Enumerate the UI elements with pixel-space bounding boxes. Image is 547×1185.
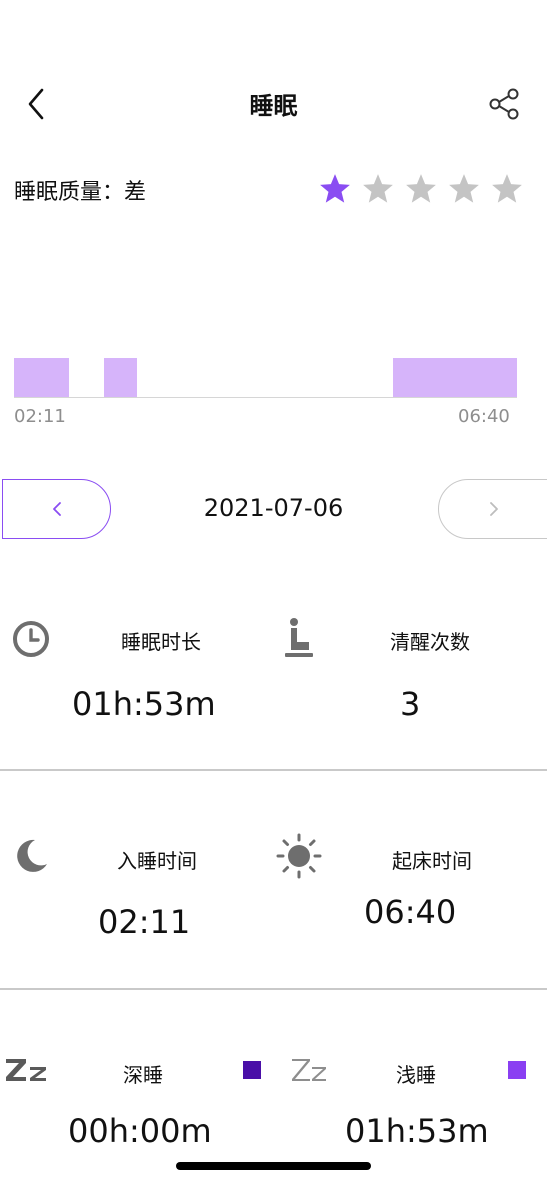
star-empty-icon (492, 174, 522, 203)
clock-icon (12, 620, 50, 662)
star-empty-icon (363, 174, 393, 203)
sleep-duration-value: 01h:53m (72, 685, 216, 723)
timeline-start-time: 02:11 (14, 406, 66, 427)
share-icon (489, 88, 519, 120)
deep-sleep-value: 00h:00m (68, 1112, 212, 1150)
sleep-time-label: 入睡时间 (117, 849, 197, 873)
star-empty-icon (406, 174, 436, 203)
light-sleep-legend (508, 1061, 526, 1079)
wake-time-label: 起床时间 (392, 849, 472, 873)
awake-count-value: 3 (400, 685, 421, 723)
light-sleep-label: 浅睡 (396, 1063, 436, 1087)
divider (0, 769, 547, 771)
sleep-timeline (14, 358, 517, 398)
sleep-time-value: 02:11 (98, 903, 191, 941)
quality-rating (318, 172, 524, 206)
wake-time-value: 06:40 (364, 893, 457, 931)
share-button[interactable] (487, 86, 523, 122)
deep-sleep-legend (243, 1061, 261, 1079)
home-indicator[interactable] (176, 1162, 371, 1170)
zz-icon (289, 1055, 329, 1089)
zz-icon (4, 1055, 50, 1089)
star-empty-icon (449, 174, 479, 203)
sleep-quality-label: 睡眠质量：差 (14, 180, 147, 205)
timeline-end-time: 06:40 (458, 406, 510, 427)
divider (0, 988, 547, 990)
moon-icon (13, 838, 49, 878)
star-filled-icon (320, 174, 350, 203)
page-title: 睡眠 (249, 92, 298, 120)
sleep-duration-label: 睡眠时长 (121, 630, 201, 654)
seated-person-icon (283, 617, 315, 663)
sleep-segment (393, 358, 517, 397)
sun-icon (276, 833, 322, 883)
sleep-segment (103, 358, 138, 397)
light-sleep-value: 01h:53m (345, 1112, 489, 1150)
deep-sleep-label: 深睡 (123, 1063, 163, 1087)
next-day-button[interactable] (438, 479, 547, 539)
timeline-baseline (14, 397, 517, 398)
sleep-page: 睡眠 睡眠质量：差 02:11 06:40 2021-07-06 睡眠时长 01… (0, 0, 547, 1185)
sleep-segment (14, 358, 70, 397)
awake-count-label: 清醒次数 (390, 630, 470, 654)
chevron-right-icon (490, 502, 498, 516)
